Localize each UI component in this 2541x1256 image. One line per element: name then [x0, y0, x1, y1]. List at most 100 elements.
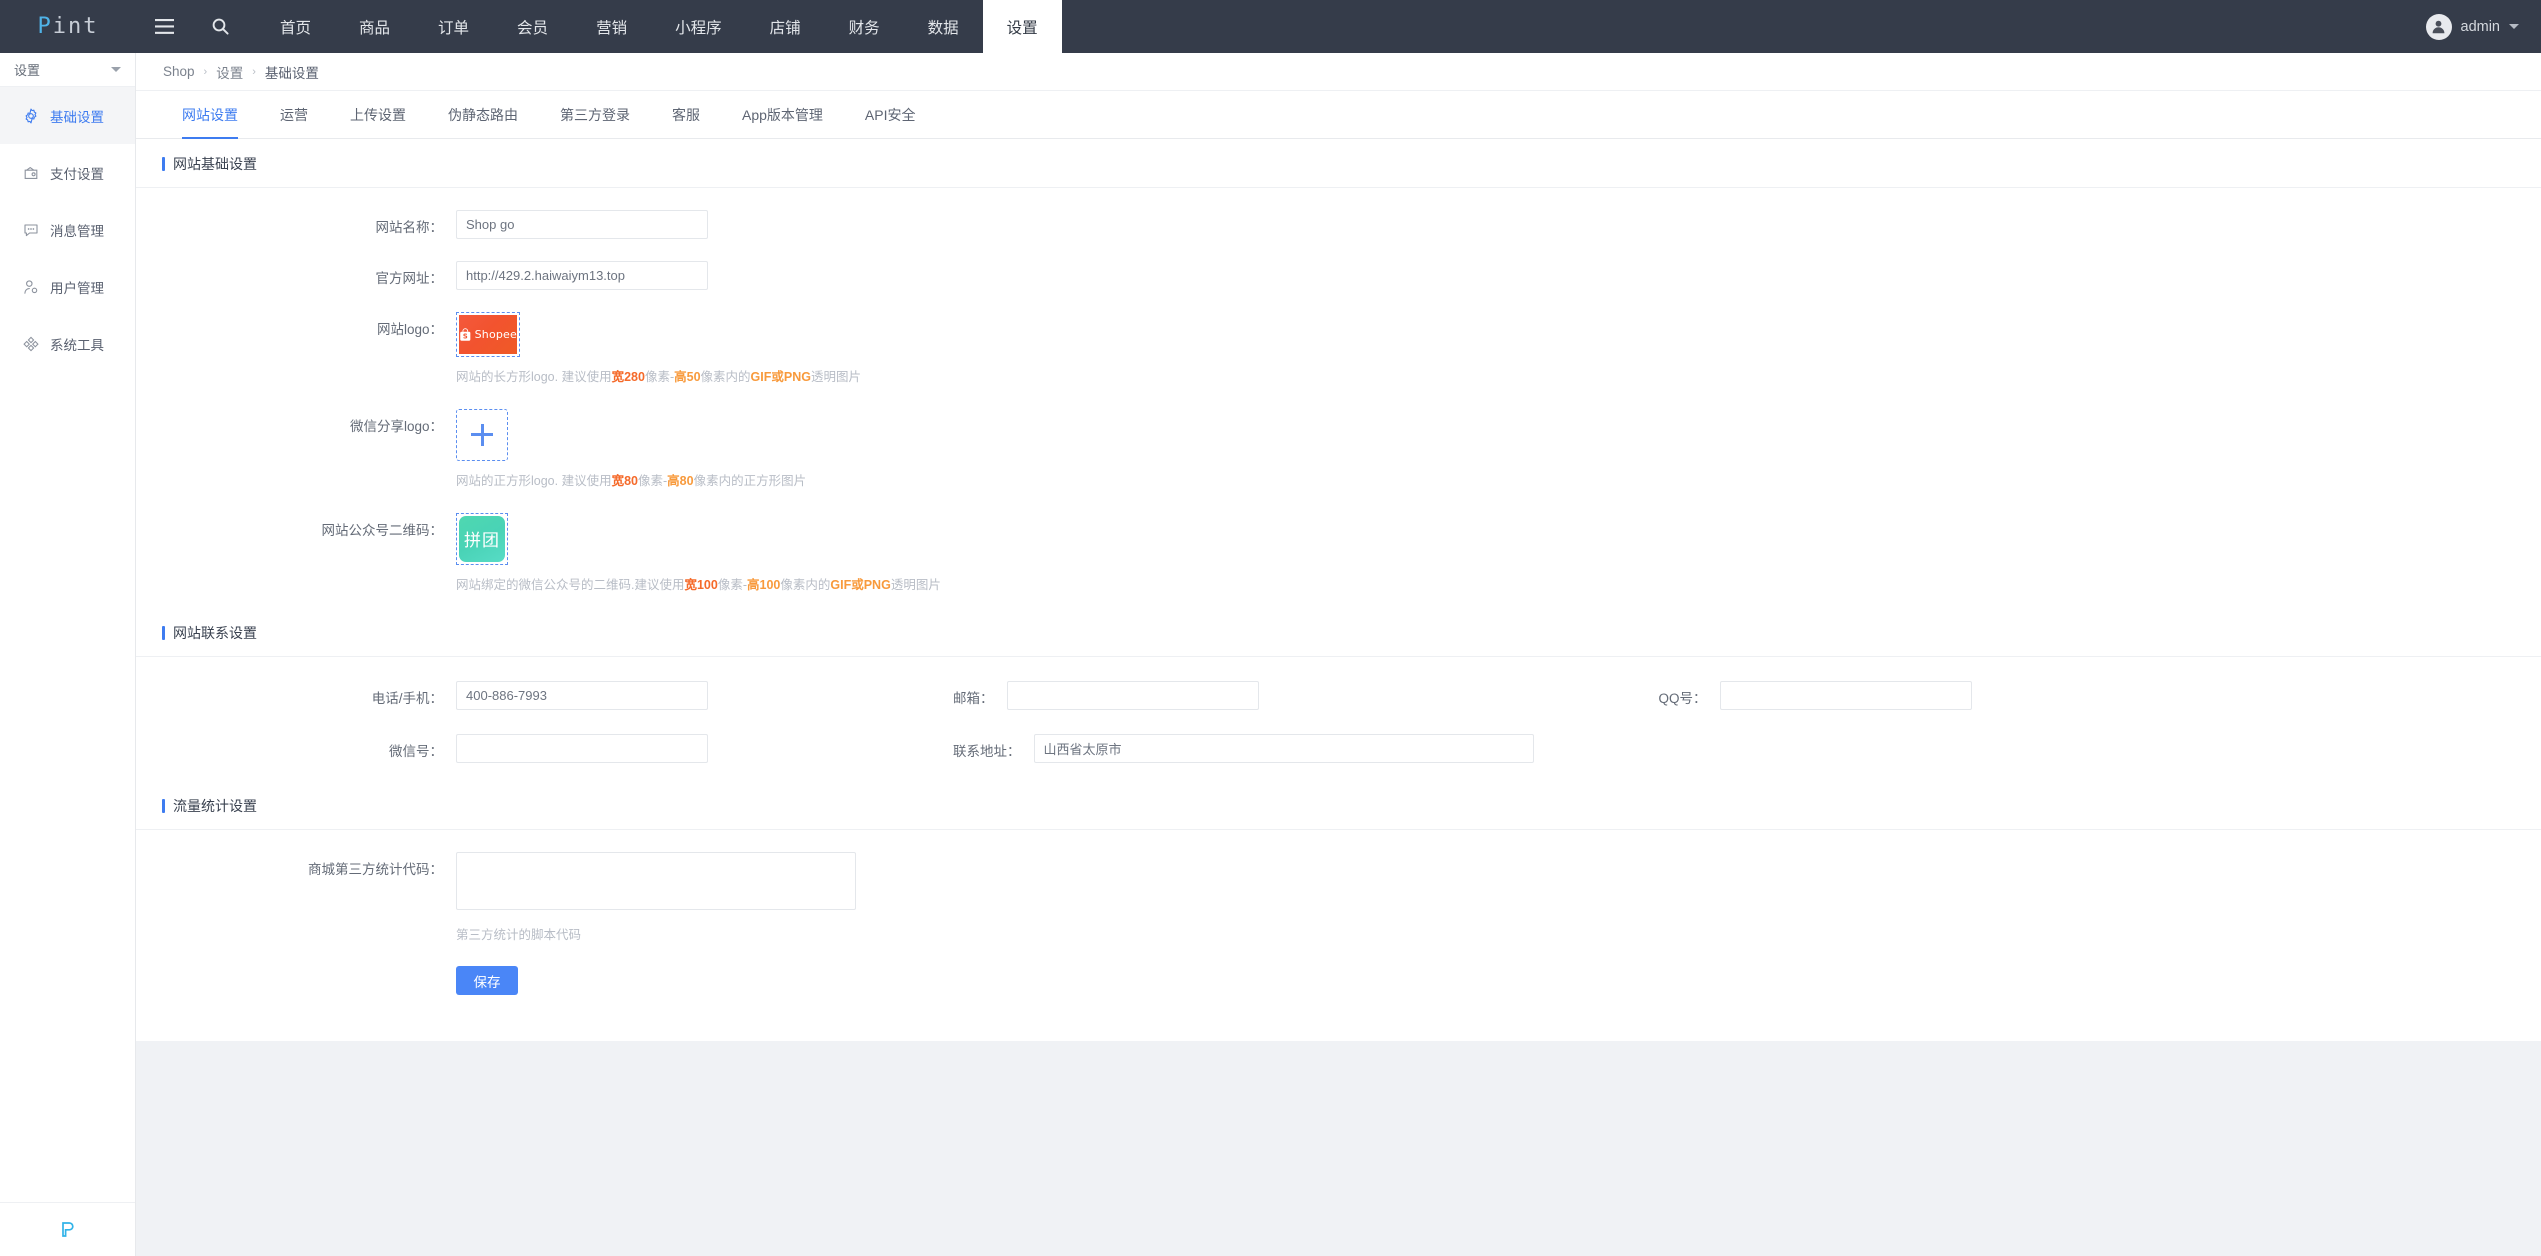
hint-height: 高80	[667, 473, 694, 488]
wechat-id-input[interactable]	[456, 734, 708, 764]
sidebar-item-label: 用户管理	[50, 280, 104, 296]
tab-website-settings[interactable]: 网站设置	[161, 91, 259, 139]
page-background-filler	[136, 1041, 2541, 1256]
section-title-text: 网站联系设置	[173, 625, 257, 642]
sidebar-header[interactable]: 设置	[0, 53, 135, 87]
gear-icon	[22, 107, 39, 124]
contact-row-1: 电话/手机： 邮箱： QQ号：	[136, 681, 2541, 711]
shopee-logo-image: S Shopee	[459, 315, 517, 354]
divider	[136, 829, 2541, 831]
top-navigation-bar: Pint 首页 商品 订单 会员 营销 小程序 店铺 财务 数据 设置 admi…	[0, 0, 2541, 53]
app-logo-rest: int	[52, 14, 99, 39]
stats-code-textarea[interactable]	[456, 852, 856, 911]
section-title-text: 网站基础设置	[173, 156, 257, 172]
app-logo[interactable]: Pint	[0, 0, 136, 53]
sidebar-item-payment-settings[interactable]: 支付设置	[0, 144, 135, 201]
nav-item-miniapp[interactable]: 小程序	[651, 0, 746, 53]
chevron-down-icon	[2509, 24, 2519, 29]
nav-item-orders[interactable]: 订单	[414, 0, 493, 53]
hint-pre: 网站绑定的微信公众号的二维码.建议使用	[456, 577, 685, 592]
breadcrumb-item-shop[interactable]: Shop	[163, 64, 195, 79]
tab-api-security[interactable]: API安全	[844, 91, 937, 138]
sidebar-item-label: 系统工具	[50, 337, 104, 353]
sidebar-item-label: 消息管理	[50, 223, 104, 239]
breadcrumb-item-settings[interactable]: 设置	[216, 62, 243, 82]
nav-item-products[interactable]: 商品	[335, 0, 414, 53]
section-title-stats: 流量统计设置	[136, 781, 2541, 829]
hint-width: 宽280	[611, 370, 645, 384]
qq-label: QQ号：	[1658, 691, 1707, 707]
site-url-input[interactable]	[456, 261, 708, 290]
divider	[136, 187, 2541, 188]
site-logo-uploader[interactable]: S Shopee	[456, 312, 520, 357]
user-menu[interactable]: admin	[2425, 0, 2541, 53]
section-title-text: 流量统计设置	[173, 798, 257, 815]
sidebar-item-user-management[interactable]: 用户管理	[0, 258, 135, 315]
field-address: 联系地址：	[953, 734, 1534, 764]
wechat-logo-hint: 网站的正方形logo. 建议使用宽80像素-高80像素内的正方形图片	[456, 472, 2541, 491]
contact-row-2: 微信号： 联系地址：	[136, 734, 2541, 764]
sidebar-item-system-tools[interactable]: 系统工具	[0, 315, 135, 372]
phone-input[interactable]	[456, 681, 708, 711]
main-nav-items: 首页 商品 订单 会员 营销 小程序 店铺 财务 数据 设置	[256, 0, 1062, 53]
site-url-label: 官方网址：	[375, 271, 444, 286]
form-row-site-name: 网站名称：	[136, 210, 2541, 239]
hamburger-icon[interactable]	[136, 0, 192, 53]
app-logo-p: P	[37, 14, 53, 39]
address-label: 联系地址：	[953, 744, 1021, 760]
email-input[interactable]	[1006, 681, 1259, 711]
site-name-input[interactable]	[456, 210, 708, 239]
tab-upload-settings[interactable]: 上传设置	[329, 91, 427, 138]
nav-item-finance[interactable]: 财务	[825, 0, 904, 53]
breadcrumb-separator-icon: ›	[203, 65, 208, 78]
address-input[interactable]	[1033, 734, 1534, 764]
email-label: 邮箱：	[953, 691, 994, 707]
sidebar-item-basic-settings[interactable]: 基础设置	[0, 87, 135, 144]
tab-pseudo-static-routes[interactable]: 伪静态路由	[427, 91, 539, 138]
qrcode-uploader[interactable]: 拼团	[456, 512, 508, 565]
wallet-icon	[22, 164, 39, 181]
nav-item-data[interactable]: 数据	[904, 0, 983, 53]
tools-icon	[22, 335, 39, 352]
section-accent-bar	[162, 799, 165, 814]
sidebar-item-label: 支付设置	[50, 166, 104, 182]
hint-mid2: 像素内的	[700, 370, 751, 384]
site-logo-label: 网站logo：	[376, 322, 443, 337]
site-logo-hint: 网站的长方形logo. 建议使用宽280像素-高50像素内的GIF或PNG透明图…	[456, 368, 2541, 387]
hint-width: 宽80	[611, 473, 638, 488]
tab-app-version-management[interactable]: App版本管理	[721, 91, 844, 138]
hint-post: 像素内的正方形图片	[693, 473, 807, 488]
field-email: 邮箱：	[953, 681, 1259, 711]
tab-operations[interactable]: 运营	[259, 91, 329, 138]
nav-item-members[interactable]: 会员	[493, 0, 572, 53]
hint-mid1: 像素-	[717, 577, 748, 592]
shopping-bag-icon: S	[460, 327, 471, 341]
tab-third-party-login[interactable]: 第三方登录	[539, 91, 651, 138]
sidebar-item-message-management[interactable]: 消息管理	[0, 201, 135, 258]
section-title-basic: 网站基础设置	[136, 139, 2541, 187]
hint-height: 高50	[674, 370, 701, 384]
nav-item-home[interactable]: 首页	[256, 0, 335, 53]
tab-customer-service[interactable]: 客服	[651, 91, 721, 138]
hint-mid1: 像素-	[644, 370, 675, 384]
nav-item-shop[interactable]: 店铺	[746, 0, 825, 53]
qrcode-image: 拼团	[459, 515, 505, 562]
qq-input[interactable]	[1719, 681, 1972, 711]
plus-icon	[471, 423, 493, 446]
pint-mini-logo-icon	[61, 1222, 74, 1237]
wechat-logo-label: 微信分享logo：	[349, 418, 443, 434]
shopee-logo-text: Shopee	[474, 328, 517, 341]
hint-pre: 网站的正方形logo. 建议使用	[456, 473, 612, 488]
qrcode-image-text: 拼团	[464, 531, 500, 550]
save-button[interactable]: 保存	[456, 966, 518, 995]
nav-item-settings[interactable]: 设置	[982, 0, 1062, 53]
main-content: Shop › 设置 › 基础设置 网站设置 运营 上传设置 伪静态路由 第三方登…	[136, 53, 2541, 1256]
wechat-logo-uploader[interactable]	[456, 408, 508, 461]
stats-code-hint: 第三方统计的脚本代码	[456, 928, 582, 943]
sidebar: 设置 基础设置 支付设置 消息管理 用户管理 系统工具	[0, 53, 136, 1256]
form-row-stats-code: 商城第三方统计代码： 第三方统计的脚本代码 保存	[136, 852, 2541, 995]
section-accent-bar	[162, 157, 165, 171]
breadcrumb: Shop › 设置 › 基础设置	[136, 53, 2541, 91]
search-icon[interactable]	[192, 0, 248, 53]
nav-item-marketing[interactable]: 营销	[572, 0, 651, 53]
